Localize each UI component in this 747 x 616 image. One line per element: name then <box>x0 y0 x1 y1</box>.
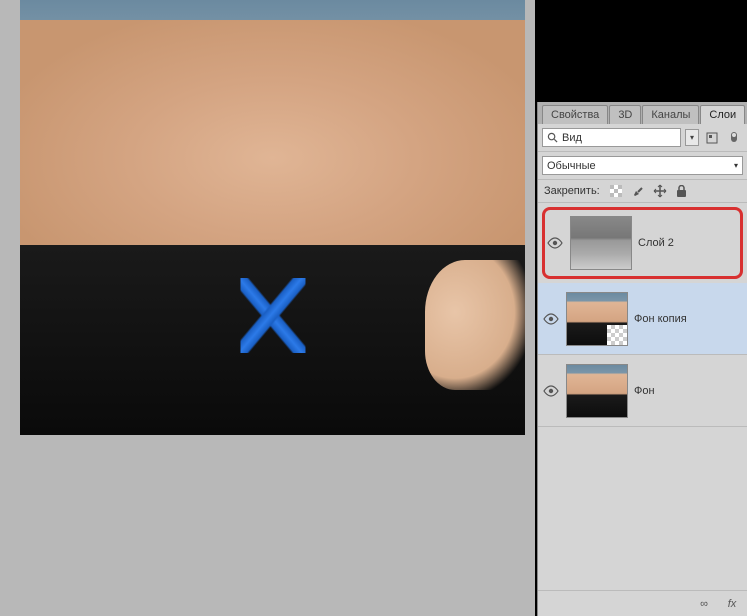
eye-icon <box>543 313 559 325</box>
link-layers-icon[interactable]: ∞ <box>695 595 713 613</box>
tab-3d[interactable]: 3D <box>609 105 641 124</box>
panel-tabs: Свойства 3D Каналы Слои <box>538 102 747 124</box>
filter-pixel-icon[interactable] <box>703 129 721 146</box>
filter-type-label: Вид <box>562 132 582 144</box>
layers-panel: Свойства 3D Каналы Слои Вид ▾ Обычные ▾ … <box>537 102 747 616</box>
lock-transparency-icon[interactable] <box>608 183 624 199</box>
lock-all-icon[interactable] <box>674 183 690 199</box>
image-region <box>20 20 525 250</box>
layer-effects-icon[interactable]: fx <box>723 595 741 613</box>
blend-mode-value: Обычные <box>547 160 596 172</box>
tab-properties[interactable]: Свойства <box>542 105 608 124</box>
layer-thumbnail[interactable] <box>566 292 628 346</box>
fx-label: fx <box>728 598 737 610</box>
layer-name[interactable]: Фон <box>634 385 655 397</box>
layers-list: Слой 2 Фон копия Фон <box>538 203 747 590</box>
document-canvas[interactable] <box>20 0 525 435</box>
workspace <box>0 0 535 616</box>
filter-dropdown-arrow[interactable]: ▾ <box>685 129 699 146</box>
layer-item-layer2[interactable]: Слой 2 <box>542 207 743 279</box>
image-region <box>425 260 525 390</box>
eye-icon <box>543 385 559 397</box>
layer-item-background[interactable]: Фон <box>538 355 747 427</box>
layer-filter-row: Вид ▾ <box>538 124 747 152</box>
layer-filter-type[interactable]: Вид <box>542 128 681 147</box>
blend-mode-row: Обычные ▾ <box>538 152 747 180</box>
lock-row: Закрепить: <box>538 180 747 203</box>
lock-paint-icon[interactable] <box>630 183 646 199</box>
layer-thumbnail[interactable] <box>566 364 628 418</box>
visibility-toggle[interactable] <box>542 313 560 325</box>
tab-channels[interactable]: Каналы <box>642 105 699 124</box>
layer-item-background-copy[interactable]: Фон копия <box>538 283 747 355</box>
filter-toggle-icon[interactable] <box>725 129 743 146</box>
layers-bottom-bar: ∞ fx <box>538 590 747 616</box>
layer-name[interactable]: Слой 2 <box>638 237 674 249</box>
eye-icon <box>547 237 563 249</box>
tab-layers[interactable]: Слои <box>700 105 745 124</box>
blend-mode-select[interactable]: Обычные ▾ <box>542 156 743 175</box>
visibility-toggle[interactable] <box>546 237 564 249</box>
chevron-down-icon: ▾ <box>734 161 738 170</box>
search-icon <box>547 132 558 143</box>
layer-thumbnail[interactable] <box>570 216 632 270</box>
layer-name[interactable]: Фон копия <box>634 313 687 325</box>
lock-position-icon[interactable] <box>652 183 668 199</box>
visibility-toggle[interactable] <box>542 385 560 397</box>
lock-label: Закрепить: <box>544 185 600 197</box>
lock-icons <box>608 183 690 199</box>
image-region <box>240 278 305 353</box>
